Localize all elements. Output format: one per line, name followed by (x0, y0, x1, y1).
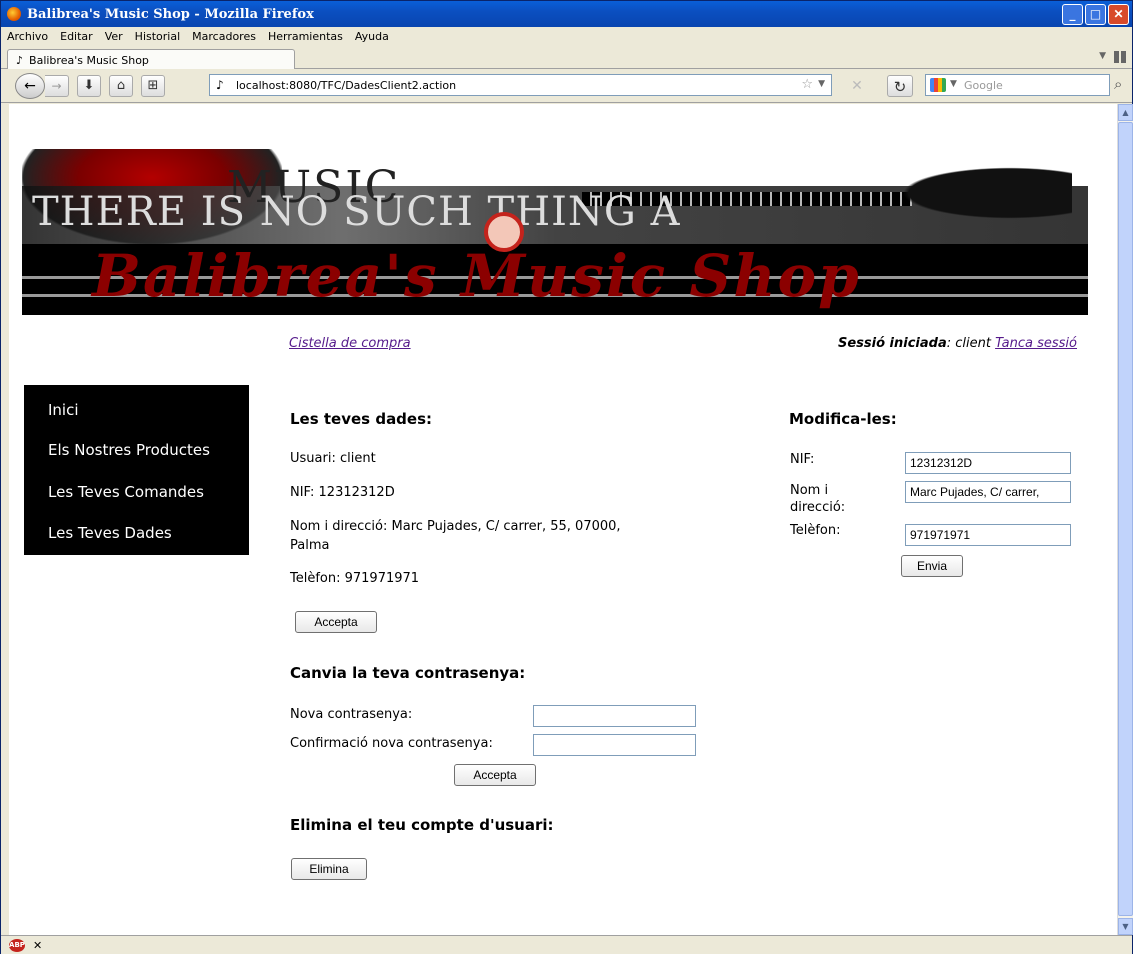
browser-window: Balibrea's Music Shop - Mozilla Firefox … (0, 0, 1133, 954)
menu-ayuda[interactable]: Ayuda (355, 30, 389, 43)
sidebar-item-inici[interactable]: Inici (48, 401, 79, 419)
search-magnifier-icon[interactable]: ⌕ (1114, 75, 1122, 93)
firefox-icon (7, 7, 21, 21)
cart-link[interactable]: Cistella de compra (289, 336, 411, 351)
menu-archivo[interactable]: Archivo (7, 30, 48, 43)
modify-name-label-2: direcció: (790, 500, 846, 515)
window-title: Balibrea's Music Shop - Mozilla Firefox (27, 6, 314, 22)
tab-overview-icon[interactable] (1114, 51, 1126, 63)
menu-historial[interactable]: Historial (135, 30, 180, 43)
modify-phone-label: Telèfon: (790, 523, 841, 538)
session-user: : client (946, 336, 991, 351)
download-icon[interactable]: ⬇ (77, 74, 101, 97)
forward-button[interactable]: → (45, 74, 69, 97)
adblock-icon[interactable]: ABP (9, 938, 25, 952)
sidebar-item-products[interactable]: Els Nostres Productes (48, 441, 210, 459)
scroll-up-icon[interactable]: ▲ (1118, 104, 1133, 121)
site-banner: MUSIC THERE IS NO SUCH THING A Balibrea'… (22, 144, 1088, 315)
sidebar-item-your-data[interactable]: Les Teves Dades (48, 524, 172, 542)
site-favicon-icon: ♪ (216, 78, 224, 92)
maximize-button[interactable]: □ (1085, 4, 1106, 25)
banner-slogan-text: THERE IS NO SUCH THING A (32, 189, 681, 235)
tab-strip: ♪ Balibrea's Music Shop ▼ (1, 45, 1132, 70)
close-findbar-icon[interactable]: ✕ (33, 939, 42, 952)
logout-link[interactable]: Tanca sessió (995, 336, 1077, 351)
navigation-toolbar: ← → ⬇ ⌂ ⊞ ♪ localhost:8080/TFC/DadesClie… (1, 69, 1132, 103)
tab-list-dropdown-icon[interactable]: ▼ (1099, 51, 1106, 61)
delete-account-button[interactable]: Elimina (291, 858, 367, 880)
session-info: Sessió iniciada: client Tanca sessió (838, 336, 1077, 351)
google-icon[interactable] (930, 78, 946, 92)
modify-name-label-1: Nom i (790, 483, 829, 498)
delete-account-heading: Elimina el teu compte d'usuari: (290, 816, 554, 834)
banner-shop-title: Balibrea's Music Shop (92, 242, 861, 310)
page-content: MUSIC THERE IS NO SUCH THING A Balibrea'… (9, 104, 1117, 935)
search-placeholder: Google (964, 78, 1003, 92)
back-button[interactable]: ← (15, 72, 45, 99)
browser-tab[interactable]: ♪ Balibrea's Music Shop (7, 49, 295, 70)
address-text-line2: Palma (290, 538, 330, 553)
scroll-thumb[interactable] (1118, 122, 1133, 916)
close-button[interactable]: ✕ (1108, 4, 1129, 25)
search-bar[interactable]: ▼ Google (925, 74, 1110, 96)
your-data-heading: Les teves dades: (290, 410, 433, 428)
scroll-down-icon[interactable]: ▼ (1118, 918, 1133, 935)
reload-icon[interactable]: ↻ (887, 75, 913, 97)
accept-data-button[interactable]: Accepta (295, 611, 377, 633)
url-bar[interactable]: ♪ localhost:8080/TFC/DadesClient2.action… (209, 74, 832, 96)
menu-herramientas[interactable]: Herramientas (268, 30, 343, 43)
status-bar: ABP ✕ (1, 935, 1132, 954)
guitar-favicon-icon: ♪ (16, 53, 24, 67)
user-text: Usuari: client (290, 451, 376, 466)
window-controls: _ □ ✕ (1062, 4, 1129, 25)
new-password-input[interactable] (533, 705, 696, 727)
search-engine-dropdown-icon[interactable]: ▼ (950, 79, 957, 89)
sidebar-item-orders[interactable]: Les Teves Comandes (48, 483, 204, 501)
menu-editar[interactable]: Editar (60, 30, 93, 43)
home-icon[interactable]: ⌂ (109, 74, 133, 97)
title-bar: Balibrea's Music Shop - Mozilla Firefox … (1, 1, 1132, 27)
password-heading: Canvia la teva contrasenya: (290, 664, 526, 682)
tab-title: Balibrea's Music Shop (29, 53, 149, 67)
modify-phone-input[interactable]: 971971971 (905, 524, 1071, 546)
sidebar-menu: Inici Els Nostres Productes Les Teves Co… (24, 385, 249, 555)
session-label: Sessió iniciada (837, 336, 947, 351)
modify-name-input[interactable]: Marc Pujades, C/ carrer, (905, 481, 1071, 503)
confirm-password-label: Confirmació nova contrasenya: (290, 736, 493, 751)
modify-nif-input[interactable]: 12312312D (905, 452, 1071, 474)
modify-heading: Modifica-les: (789, 410, 897, 428)
modify-nif-label: NIF: (790, 452, 815, 467)
new-tab-icon[interactable]: ⊞ (141, 74, 165, 97)
confirm-password-input[interactable] (533, 734, 696, 756)
menu-marcadores[interactable]: Marcadores (192, 30, 256, 43)
nif-text: NIF: 12312312D (290, 485, 395, 500)
minimize-button[interactable]: _ (1062, 4, 1083, 25)
address-text-line1: Nom i direcció: Marc Pujades, C/ carrer,… (290, 519, 621, 534)
url-dropdown-icon[interactable]: ▼ (818, 79, 825, 89)
bookmark-star-icon[interactable]: ☆ (801, 77, 813, 92)
accept-password-button[interactable]: Accepta (454, 764, 536, 786)
vertical-scrollbar[interactable]: ▲ ▼ (1117, 104, 1133, 935)
url-text: localhost:8080/TFC/DadesClient2.action (236, 78, 457, 92)
phone-text: Telèfon: 971971971 (290, 571, 420, 586)
guitar-image (822, 148, 1072, 238)
new-password-label: Nova contrasenya: (290, 707, 413, 722)
menu-ver[interactable]: Ver (105, 30, 123, 43)
send-button[interactable]: Envia (901, 555, 963, 577)
menu-bar: Archivo Editar Ver Historial Marcadores … (1, 27, 1132, 45)
stop-icon[interactable]: ✕ (844, 75, 870, 97)
